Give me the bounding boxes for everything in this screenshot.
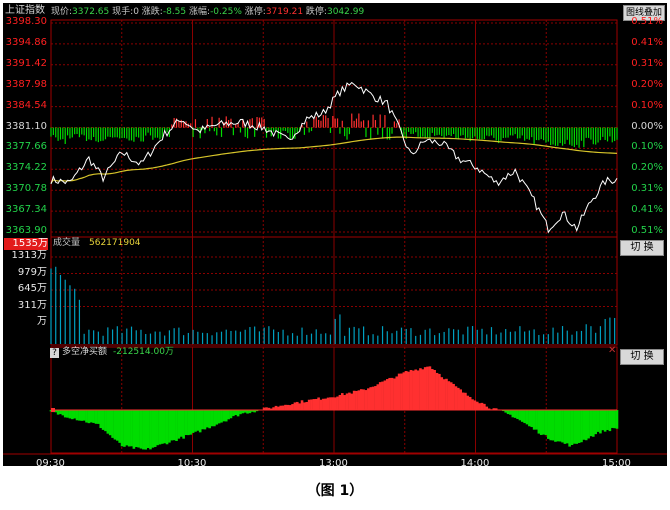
time-tick-label: 14:00 [460,458,490,467]
close-icon[interactable]: ✕ [608,346,616,356]
volume-tick-label: 979万 [17,266,47,278]
price-tick-label: 3398.30 [5,16,47,27]
change-value: -8.55 [162,7,187,17]
index-name: 上证指数 [5,5,45,16]
time-tick-label: 13:00 [319,458,348,467]
intraday-chart-window: 上证指数 现价:3372.65 现手:0 涨跌:-8.55 涨幅:-0.25% … [3,3,667,466]
volume-title: 成交量 [53,238,81,248]
price-value: 3372.65 [72,7,110,17]
price-tick-label: 3391.42 [5,57,47,69]
volume-value: 562171904 [89,238,141,248]
percent-tick-label: 0.20% [631,162,663,174]
price-tick-label: 3394.86 [5,36,47,48]
time-tick-label: 15:00 [602,458,631,467]
volume-tick-label: 311万 [17,299,47,311]
net-buy-value: -212514.00万 [113,347,174,357]
change-pct-label: 涨幅: [189,7,211,17]
price-tick-label: 3370.78 [5,183,47,195]
percent-tick-label: 0.10% [631,99,663,111]
price-tick-label: 3363.90 [5,225,47,236]
time-tick-label: 10:30 [177,458,207,467]
price-tick-label: 3381.10 [5,120,47,132]
limit-up-label: 涨停: [244,7,266,17]
volume-tick-label: 万 [37,316,47,327]
time-tick-label: 09:30 [36,458,65,467]
hand-value: 0 [133,7,139,17]
net-buy-title: 多空净买额 [62,347,108,357]
price-tick-label: 3384.54 [5,99,47,111]
figure-caption: （图 1） [306,483,364,499]
percent-tick-label: 0.41% [631,204,663,216]
percent-tick-label: 0.10% [631,141,663,153]
price-tick-label: 3367.34 [5,204,47,216]
help-icon[interactable]: ? [50,348,59,358]
price-label: 现价: [51,7,73,17]
percent-tick-label: 0.00% [631,120,663,132]
limit-down-label: 跌停: [305,7,327,17]
percent-tick-label: 0.31% [631,183,663,195]
percent-tick-label: 0.31% [631,57,663,69]
change-label: 涨跌: [141,7,163,17]
price-tick-label: 3377.66 [5,141,47,153]
net-buy-switch-button[interactable]: 切 换 [620,349,664,365]
change-pct-value: -0.25% [210,7,242,17]
percent-tick-label: 0.51% [631,16,663,27]
volume-switch-button[interactable]: 切 换 [620,240,664,256]
percent-tick-label: 0.51% [631,225,663,236]
volume-tick-label: 1313万 [11,250,47,261]
current-volume-badge: 1535万 [4,238,48,250]
limit-down-value: 3042.99 [326,7,365,17]
net-zero-marker [51,408,55,412]
percent-tick-label: 0.41% [631,36,663,48]
hand-label: 现手: [112,7,134,17]
price-tick-label: 3374.22 [5,162,47,174]
limit-up-value: 3719.21 [265,7,304,17]
quote-summary: 现价:3372.65 现手:0 涨跌:-8.55 涨幅:-0.25% 涨停:37… [51,8,364,17]
chart-canvas [3,19,667,455]
price-tick-label: 3387.98 [5,78,47,90]
volume-tick-label: 645万 [17,283,47,294]
percent-tick-label: 0.20% [631,78,663,90]
